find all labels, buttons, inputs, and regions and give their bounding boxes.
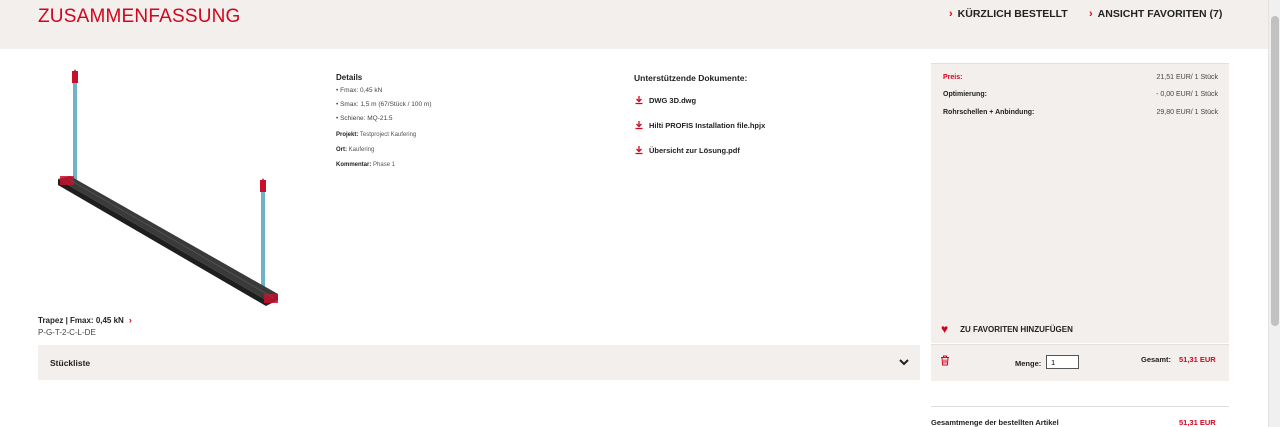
chevron-down-icon[interactable]: [898, 356, 910, 368]
download-icon: [635, 146, 643, 155]
optimization-row: Optimierung: - 0,00 EUR/ 1 Stück: [943, 91, 1218, 98]
end-cap-left: [60, 176, 74, 185]
details-item: Schiene: MQ-21.5: [336, 115, 586, 122]
product-name-link[interactable]: Trapez | Fmax: 0,45 kN ›: [38, 315, 132, 325]
product-code: P-G-T-2-C-L-DE: [38, 328, 96, 337]
product-name: Trapez | Fmax: 0,45 kN: [38, 315, 124, 325]
view-favorites-link[interactable]: › ANSICHT FAVORITEN (7): [1089, 8, 1222, 20]
scrollbar-thumb[interactable]: [1271, 16, 1279, 326]
pipe-clamps-row: Rohrschellen + Anbindung: 29,80 EUR/ 1 S…: [943, 109, 1218, 116]
document-link-hpjx[interactable]: Hilti PROFIS Installation file.hpjx: [634, 120, 894, 130]
quantity-input[interactable]: [1046, 355, 1079, 369]
summary-label: Gesamtmenge der bestellten Artikel: [931, 418, 1059, 427]
page-title: ZUSAMMENFASSUNG: [38, 6, 241, 27]
trash-icon[interactable]: [940, 355, 950, 366]
location-row: Ort: Kaufering: [336, 147, 375, 153]
channel-rail-side: [58, 179, 266, 306]
details-list: Fmax: 0,45 kN Smax: 1,5 m (67/Stück / 10…: [336, 87, 586, 122]
parts-list-accordion[interactable]: Stückliste: [38, 345, 920, 380]
recently-ordered-link[interactable]: › KÜRZLICH BESTELLT: [949, 8, 1068, 20]
download-icon: [635, 121, 643, 130]
chevron-right-icon: ›: [1089, 8, 1093, 20]
parts-list-label: Stückliste: [50, 358, 91, 368]
details-item: Fmax: 0,45 kN: [336, 87, 586, 94]
price-panel: Preis: 21,51 EUR/ 1 Stück Optimierung: -…: [931, 63, 1229, 343]
heart-icon: ♥: [941, 322, 949, 336]
scrollbar[interactable]: [1268, 0, 1280, 427]
documents-heading: Unterstützende Dokumente:: [634, 73, 748, 83]
recently-ordered-label: KÜRZLICH BESTELLT: [957, 8, 1068, 20]
comment-row: Kommentar: Phase 1: [336, 162, 396, 168]
header-bar: ZUSAMMENFASSUNG › KÜRZLICH BESTELLT › AN…: [0, 0, 1268, 49]
threaded-rod-left: [73, 78, 77, 186]
quantity-panel: Menge: Gesamt: 51,31 EUR: [931, 344, 1229, 381]
documents-section: Unterstützende Dokumente: DWG 3D.dwg Hil…: [634, 73, 894, 170]
chevron-right-icon: ›: [128, 315, 132, 325]
project-meta: Projekt: Testproject Kaufering Ort: Kauf…: [336, 132, 586, 168]
price-row: Preis: 21,51 EUR/ 1 Stück: [943, 74, 1218, 81]
total-value: 51,31 EUR: [1179, 355, 1216, 364]
details-section: Details Fmax: 0,45 kN Smax: 1,5 m (67/St…: [336, 73, 586, 177]
view-favorites-label: ANSICHT FAVORITEN (7): [1097, 8, 1223, 20]
summary-value: 51,31 EUR: [1179, 418, 1216, 427]
total-label: Gesamt:: [1141, 355, 1172, 364]
product-image: [58, 69, 278, 306]
details-heading: Details: [336, 73, 363, 82]
details-item: Smax: 1,5 m (67/Stück / 100 m): [336, 101, 586, 108]
download-icon: [635, 96, 643, 105]
quantity-label: Menge:: [1015, 359, 1042, 368]
document-link-dwg[interactable]: DWG 3D.dwg: [634, 95, 894, 105]
threaded-rod-right: [261, 188, 265, 298]
project-row: Projekt: Testproject Kaufering: [336, 132, 417, 138]
order-summary: Gesamtmenge der bestellten Artikel 51,31…: [931, 406, 1229, 427]
document-link-pdf[interactable]: Übersicht zur Lösung.pdf: [634, 145, 894, 155]
end-cap-right: [264, 294, 278, 303]
add-to-favorites-button[interactable]: ♥ ZU FAVORITEN HINZUFÜGEN: [941, 322, 1073, 336]
rail-slot-line: [69, 179, 275, 299]
chevron-right-icon: ›: [949, 8, 953, 20]
